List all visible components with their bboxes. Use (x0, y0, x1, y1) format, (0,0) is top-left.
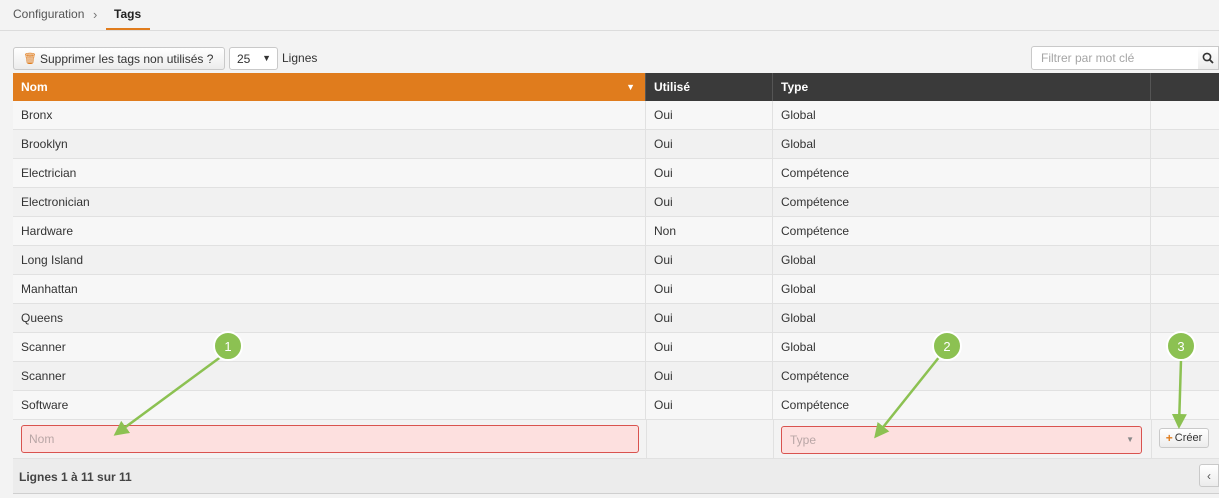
cell-utilise: Oui (646, 130, 773, 158)
table-row[interactable]: Long Island Oui Global (13, 246, 1219, 275)
cell-type: Compétence (773, 159, 1151, 187)
create-tag-button[interactable]: + Créer (1159, 428, 1209, 448)
tags-table: Nom ▼ Utilisé Type Bronx Oui Global Brookl… (13, 73, 1219, 459)
caret-down-icon: ▼ (1126, 435, 1134, 444)
table-footer: Lignes 1 à 11 sur 11 ‹ (13, 459, 1219, 494)
cell-actions (1151, 333, 1219, 361)
cell-utilise: Oui (646, 101, 773, 129)
cell-utilise: Oui (646, 275, 773, 303)
table-row[interactable]: Queens Oui Global (13, 304, 1219, 333)
cell-type: Compétence (773, 188, 1151, 216)
new-tag-row: Type ▼ + Créer (13, 420, 1219, 459)
cell-nom: Brooklyn (13, 130, 646, 158)
breadcrumb-configuration[interactable]: Configuration (13, 7, 84, 21)
cell-utilise: Oui (646, 333, 773, 361)
column-header-nom-label: Nom (21, 80, 48, 94)
cell-actions (1151, 188, 1219, 216)
create-tag-label: Créer (1174, 432, 1203, 444)
cell-type: Global (773, 130, 1151, 158)
cell-nom: Electrician (13, 159, 646, 187)
table-row[interactable]: Manhattan Oui Global (13, 275, 1219, 304)
cell-type: Global (773, 304, 1151, 332)
cell-nom: Bronx (13, 101, 646, 129)
active-tab-indicator (106, 28, 150, 30)
tags-page: Configuration › Tags 🗑 Supprimer les tag… (0, 0, 1219, 498)
cell-actions (1151, 275, 1219, 303)
cell-nom: Scanner (13, 333, 646, 361)
cell-utilise: Oui (646, 362, 773, 390)
column-header-nom[interactable]: Nom ▼ (13, 73, 646, 101)
cell-actions (1151, 217, 1219, 245)
new-tag-type-select[interactable]: Type ▼ (781, 426, 1142, 454)
column-divider (646, 420, 647, 459)
filter-input[interactable] (1031, 46, 1199, 70)
caret-down-icon: ▼ (262, 53, 271, 63)
trash-icon: 🗑 (23, 53, 37, 65)
column-divider (1151, 420, 1152, 459)
column-header-actions (1151, 73, 1219, 101)
chevron-left-icon: ‹ (1207, 468, 1211, 483)
cell-type: Global (773, 333, 1151, 361)
cell-type: Compétence (773, 362, 1151, 390)
delete-unused-tags-button[interactable]: 🗑 Supprimer les tags non utilisés ? (13, 47, 225, 70)
cell-nom: Long Island (13, 246, 646, 274)
delete-unused-tags-label: Supprimer les tags non utilisés ? (39, 51, 214, 66)
search-icon (1202, 52, 1214, 64)
pagination-summary: Lignes 1 à 11 sur 11 (19, 470, 132, 484)
rows-per-page-select[interactable]: 25 ▼ (229, 47, 278, 70)
breadcrumb-tags[interactable]: Tags (114, 7, 141, 21)
table-row[interactable]: Software Oui Compétence (13, 391, 1219, 420)
chevron-right-icon: › (93, 7, 98, 22)
search-button[interactable] (1198, 46, 1219, 70)
cell-utilise: Non (646, 217, 773, 245)
table-header: Nom ▼ Utilisé Type (13, 73, 1219, 101)
cell-nom: Electronician (13, 188, 646, 216)
cell-utilise: Oui (646, 188, 773, 216)
cell-actions (1151, 391, 1219, 419)
cell-type: Global (773, 275, 1151, 303)
cell-nom: Scanner (13, 362, 646, 390)
cell-utilise: Oui (646, 159, 773, 187)
cell-utilise: Oui (646, 304, 773, 332)
cell-type: Compétence (773, 217, 1151, 245)
column-header-type[interactable]: Type (773, 73, 1151, 101)
cell-type: Global (773, 246, 1151, 274)
column-divider (773, 420, 774, 459)
table-row[interactable]: Scanner Oui Compétence (13, 362, 1219, 391)
rows-label: Lignes (282, 51, 318, 65)
new-tag-name-input[interactable] (21, 425, 639, 453)
table-row[interactable]: Bronx Oui Global (13, 101, 1219, 130)
new-tag-type-placeholder: Type (790, 433, 817, 447)
cell-nom: Queens (13, 304, 646, 332)
plus-icon: + (1165, 431, 1173, 445)
cell-nom: Manhattan (13, 275, 646, 303)
cell-nom: Hardware (13, 217, 646, 245)
cell-nom: Software (13, 391, 646, 419)
cell-utilise: Oui (646, 246, 773, 274)
cell-actions (1151, 159, 1219, 187)
table-row[interactable]: Brooklyn Oui Global (13, 130, 1219, 159)
column-header-utilise[interactable]: Utilisé (646, 73, 773, 101)
table-row[interactable]: Electronician Oui Compétence (13, 188, 1219, 217)
cell-actions (1151, 246, 1219, 274)
cell-type: Compétence (773, 391, 1151, 419)
cell-utilise: Oui (646, 391, 773, 419)
cell-actions (1151, 362, 1219, 390)
cell-actions (1151, 101, 1219, 129)
breadcrumb: Configuration › Tags (0, 0, 1219, 31)
rows-per-page-value: 25 (237, 51, 251, 66)
table-row[interactable]: Electrician Oui Compétence (13, 159, 1219, 188)
sort-desc-icon: ▼ (626, 82, 635, 92)
table-row[interactable]: Scanner Oui Global (13, 333, 1219, 362)
table-body: Bronx Oui Global Brooklyn Oui Global Electri… (13, 101, 1219, 420)
cell-actions (1151, 130, 1219, 158)
table-row[interactable]: Hardware Non Compétence (13, 217, 1219, 246)
cell-actions (1151, 304, 1219, 332)
cell-type: Global (773, 101, 1151, 129)
previous-page-button[interactable]: ‹ (1199, 464, 1219, 487)
